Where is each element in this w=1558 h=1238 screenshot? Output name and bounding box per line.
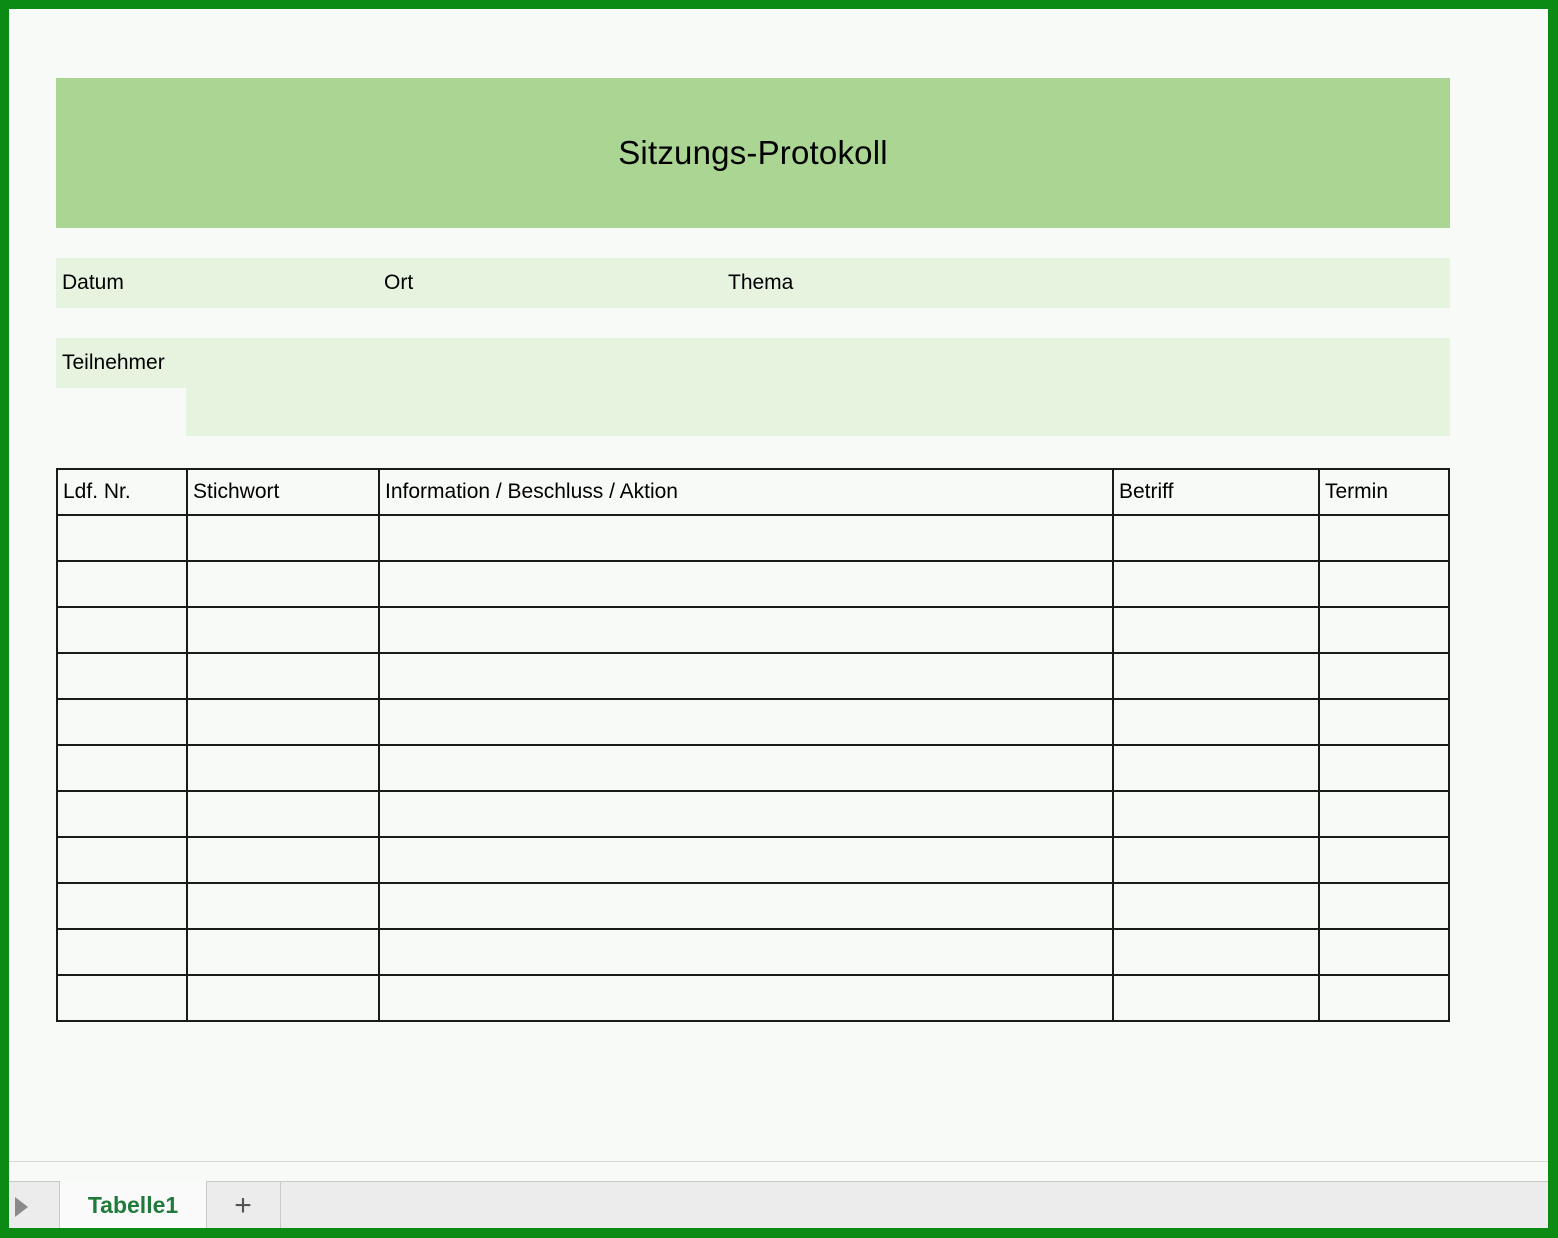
table-cell[interactable]: [186, 974, 380, 1022]
table-cell[interactable]: [1112, 836, 1320, 884]
table-row: [56, 514, 1450, 562]
table-row: [56, 744, 1450, 792]
table-cell[interactable]: [1112, 790, 1320, 838]
spreadsheet-window: Sitzungs-Protokoll Datum Ort Thema Teiln…: [9, 9, 1548, 1228]
table-cell[interactable]: [1318, 882, 1450, 930]
table-cell[interactable]: [56, 790, 188, 838]
sheet-bottom-border: [9, 1161, 1548, 1162]
table-cell[interactable]: [56, 652, 188, 700]
table-cell[interactable]: [56, 606, 188, 654]
table-cell[interactable]: [1318, 606, 1450, 654]
table-cell[interactable]: [378, 514, 1114, 562]
table-cell[interactable]: [56, 744, 188, 792]
table-cell[interactable]: [1112, 514, 1320, 562]
table-cell[interactable]: [1112, 698, 1320, 746]
table-cell[interactable]: [56, 514, 188, 562]
header-betriff[interactable]: Betriff: [1112, 468, 1320, 516]
datum-label: Datum: [62, 271, 124, 294]
table-cell[interactable]: [378, 974, 1114, 1022]
protocol-table: Ldf. Nr. Stichwort Information / Beschlu…: [56, 468, 1450, 1022]
table-cell[interactable]: [56, 836, 188, 884]
page-title: Sitzungs-Protokoll: [618, 134, 888, 171]
table-cell[interactable]: [186, 836, 380, 884]
table-cell[interactable]: [1318, 744, 1450, 792]
table-cell[interactable]: [1112, 928, 1320, 976]
table-row: [56, 928, 1450, 976]
worksheet[interactable]: Sitzungs-Protokoll Datum Ort Thema Teiln…: [9, 9, 1548, 1161]
table-row: [56, 698, 1450, 746]
table-cell[interactable]: [186, 560, 380, 608]
table-cell[interactable]: [1318, 928, 1450, 976]
table-cell[interactable]: [378, 928, 1114, 976]
table-cell[interactable]: [1318, 836, 1450, 884]
table-cell[interactable]: [56, 928, 188, 976]
table-cell[interactable]: [1112, 882, 1320, 930]
table-cell[interactable]: [186, 606, 380, 654]
header-termin[interactable]: Termin: [1318, 468, 1450, 516]
teilnehmer-label: Teilnehmer: [62, 351, 165, 374]
table-cell[interactable]: [378, 882, 1114, 930]
table-cell[interactable]: [186, 514, 380, 562]
table-cell[interactable]: [378, 698, 1114, 746]
table-row: [56, 836, 1450, 884]
thema-label: Thema: [728, 271, 794, 294]
table-cell[interactable]: [378, 652, 1114, 700]
table-cell[interactable]: [186, 882, 380, 930]
tab-tabelle1[interactable]: Tabelle1: [59, 1181, 207, 1228]
sheet-tab-bar: Tabelle1 +: [9, 1181, 1548, 1228]
teilnehmer-field[interactable]: [186, 338, 1450, 436]
table-cell[interactable]: [378, 744, 1114, 792]
table-cell[interactable]: [378, 790, 1114, 838]
table-cell[interactable]: [1318, 560, 1450, 608]
add-sheet-button[interactable]: +: [206, 1182, 281, 1228]
table-cell[interactable]: [1318, 974, 1450, 1022]
table-cell[interactable]: [56, 974, 188, 1022]
header-stichwort[interactable]: Stichwort: [186, 468, 380, 516]
ort-label: Ort: [384, 271, 414, 294]
table-row: [56, 790, 1450, 838]
table-row: [56, 882, 1450, 930]
table-row: [56, 652, 1450, 700]
table-body: [56, 514, 1450, 1022]
table-cell[interactable]: [1112, 652, 1320, 700]
table-cell[interactable]: [1112, 560, 1320, 608]
info-band[interactable]: Datum Ort Thema: [56, 258, 1450, 308]
table-cell[interactable]: [1112, 974, 1320, 1022]
header-ldf-nr[interactable]: Ldf. Nr.: [56, 468, 188, 516]
table-cell[interactable]: [378, 606, 1114, 654]
table-cell[interactable]: [1318, 652, 1450, 700]
table-cell[interactable]: [56, 698, 188, 746]
table-cell[interactable]: [1318, 514, 1450, 562]
table-cell[interactable]: [186, 652, 380, 700]
table-row: [56, 606, 1450, 654]
table-cell[interactable]: [1112, 606, 1320, 654]
table-cell[interactable]: [186, 790, 380, 838]
play-triangle-icon[interactable]: [15, 1197, 28, 1217]
table-cell[interactable]: [186, 698, 380, 746]
table-header-row: Ldf. Nr. Stichwort Information / Beschlu…: [56, 468, 1450, 516]
table-row: [56, 974, 1450, 1022]
table-cell[interactable]: [1318, 698, 1450, 746]
teilnehmer-label-cell[interactable]: Teilnehmer: [56, 338, 186, 388]
table-cell[interactable]: [186, 744, 380, 792]
header-information[interactable]: Information / Beschluss / Aktion: [378, 468, 1114, 516]
table-cell[interactable]: [378, 560, 1114, 608]
table-cell[interactable]: [378, 836, 1114, 884]
table-row: [56, 560, 1450, 608]
table-cell[interactable]: [1318, 790, 1450, 838]
table-cell[interactable]: [56, 882, 188, 930]
plus-icon: +: [234, 1188, 252, 1222]
table-cell[interactable]: [186, 928, 380, 976]
table-cell[interactable]: [56, 560, 188, 608]
title-band[interactable]: Sitzungs-Protokoll: [56, 78, 1450, 228]
table-cell[interactable]: [1112, 744, 1320, 792]
